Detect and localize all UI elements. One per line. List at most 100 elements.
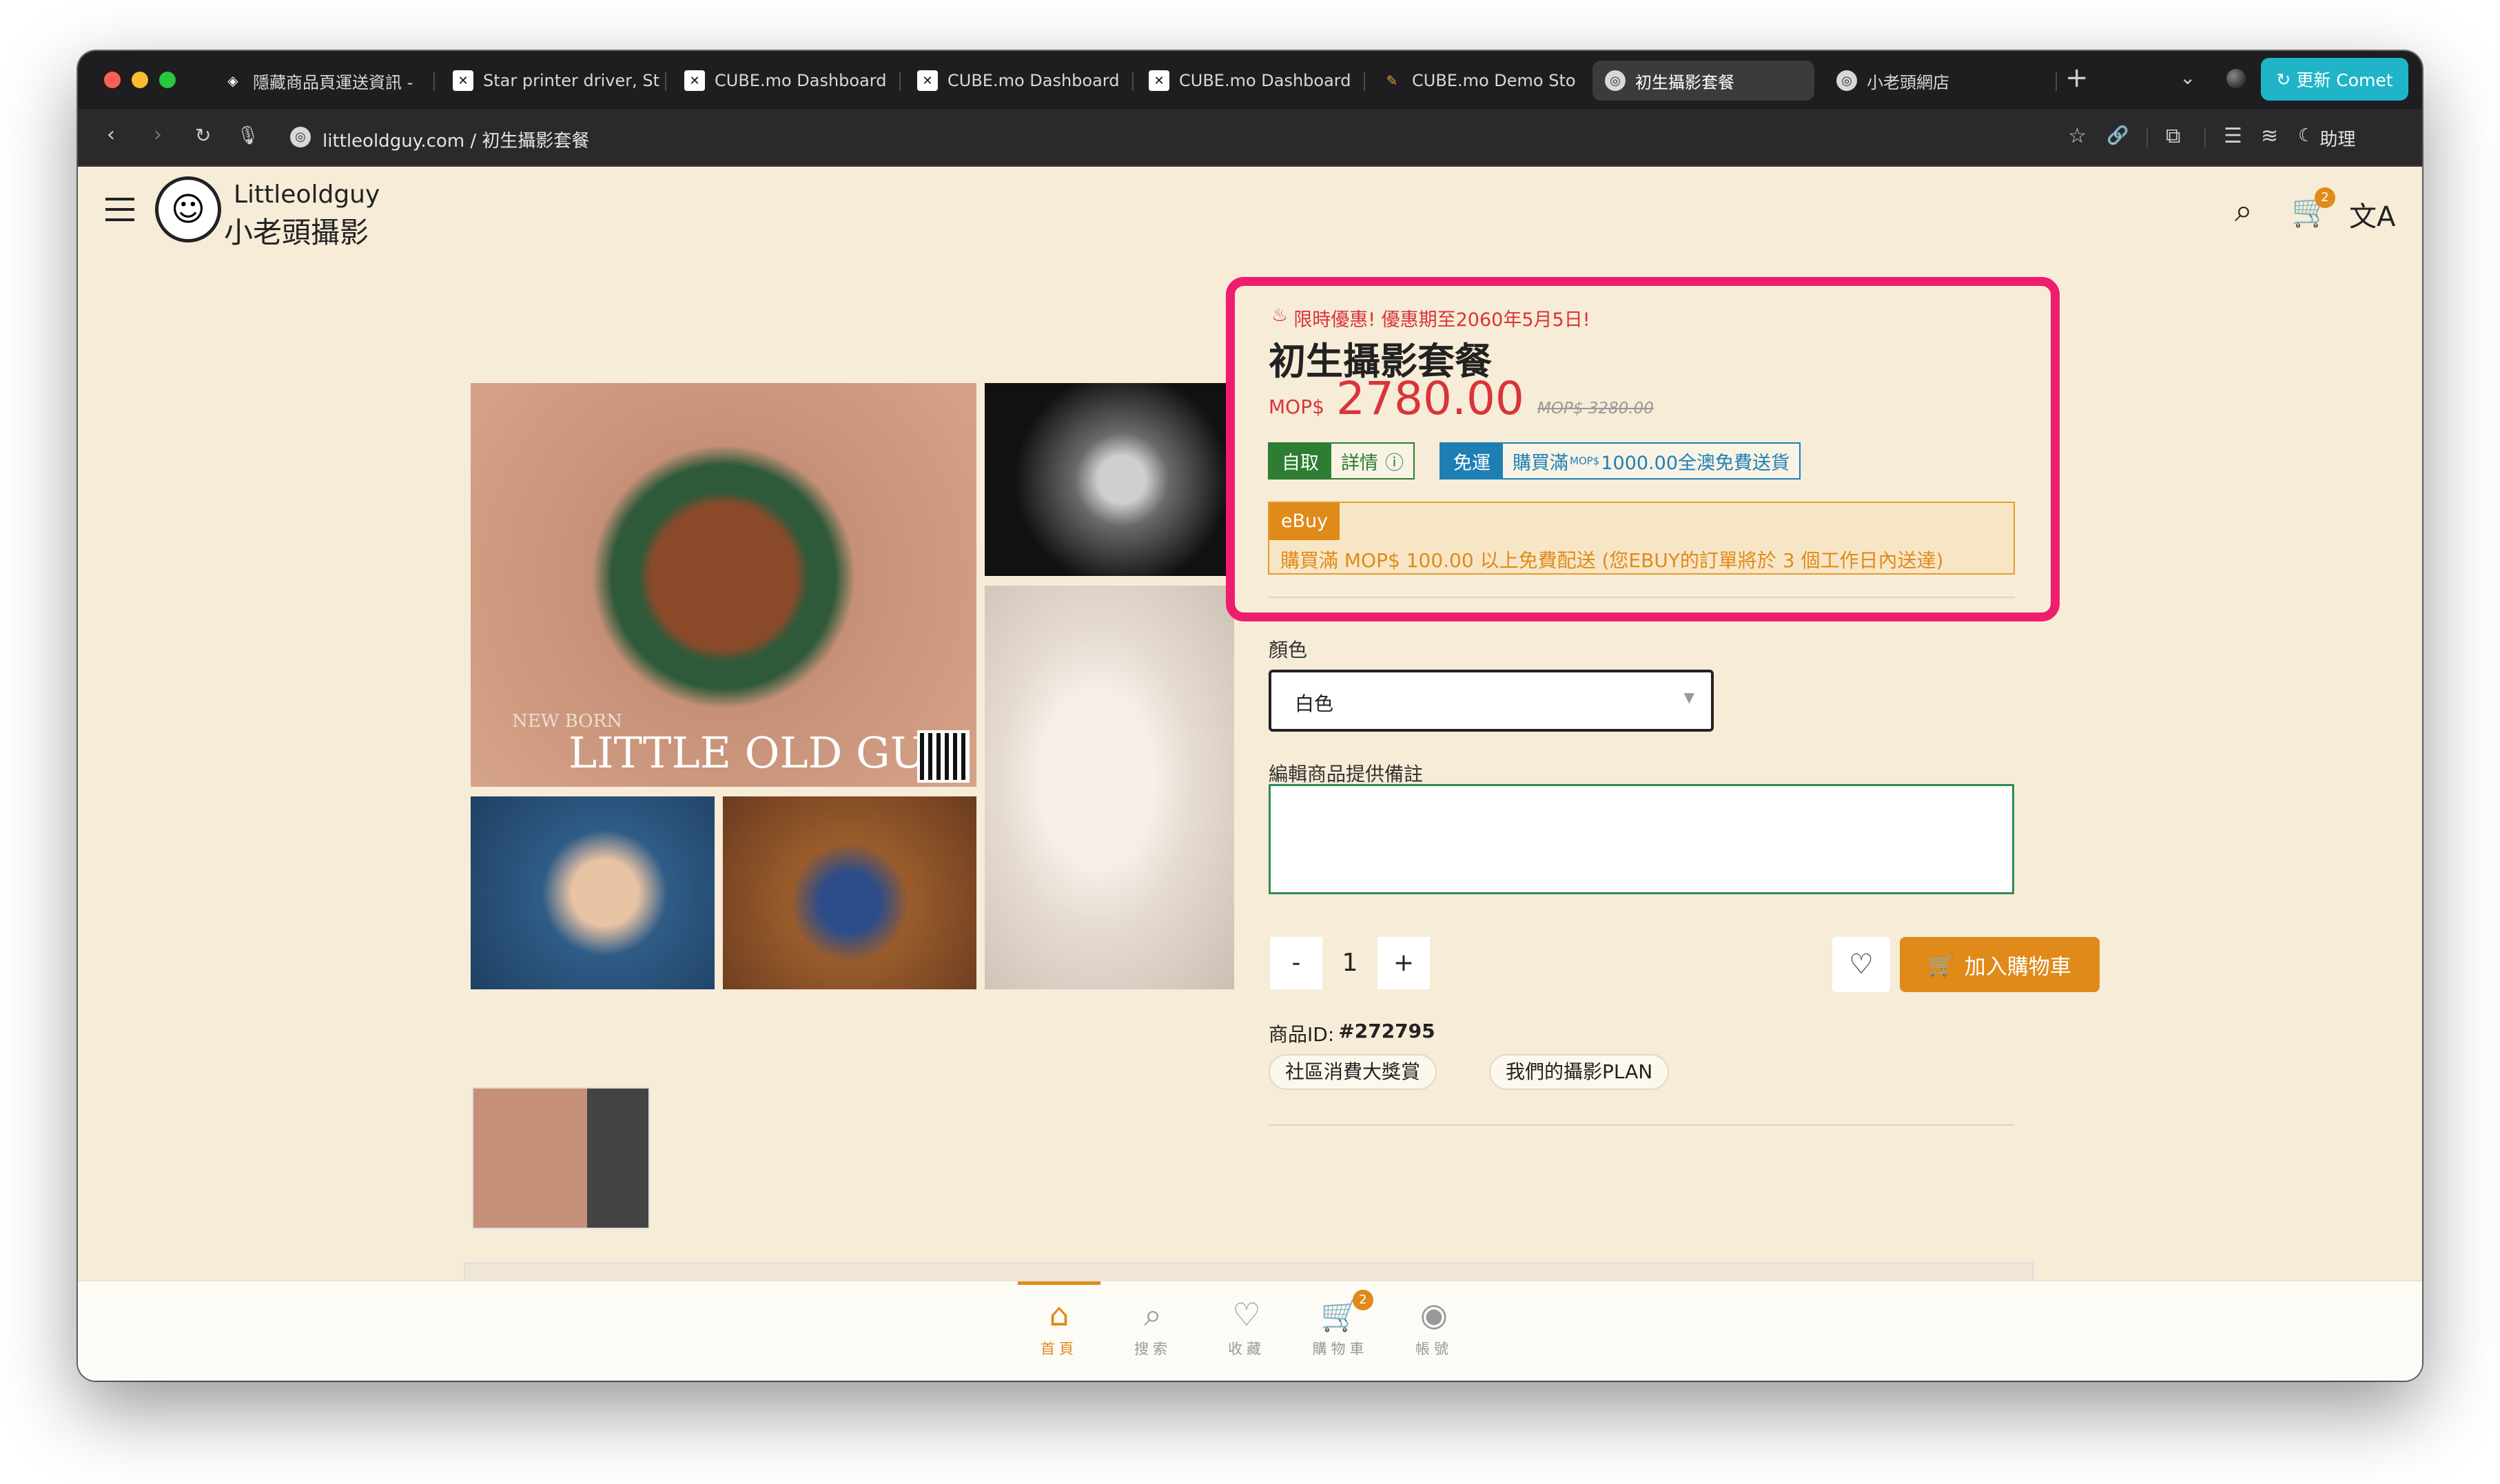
account-icon: ◉ <box>1420 1296 1448 1333</box>
nav-search[interactable]: ⌕ 搜索 <box>1111 1295 1194 1359</box>
browser-window: ◈ 隱藏商品頁運送資訊 - ✕ Star printer driver, St … <box>78 51 2422 1381</box>
browser-tab[interactable]: ✕ CUBE.mo Dashboard <box>672 61 896 101</box>
url-field[interactable]: littleoldguy.com / 初生攝影套餐 <box>322 127 589 152</box>
free-shipping-tag[interactable]: 免運 購買滿 MOP$ 1000.00全澳免費送貨 <box>1439 442 1801 480</box>
category-chip[interactable]: 我們的攝影PLAN <box>1489 1054 1670 1090</box>
bw-feet-photo[interactable] <box>985 383 1234 576</box>
list-icon[interactable]: ☰ <box>2224 124 2242 148</box>
nav-home-label: 首頁 <box>1041 1341 1078 1357</box>
cart-icon: 🛒 <box>1928 952 1955 978</box>
product-id-label: 商品ID: <box>1269 1023 1335 1046</box>
browser-tab[interactable]: ◈ 隱藏商品頁運送資訊 - <box>210 61 431 101</box>
tab-title: 初生攝影套餐 <box>1635 72 1734 92</box>
minimize-window-button[interactable] <box>132 72 148 88</box>
browser-tab[interactable]: ✕ CUBE.mo Dashboard <box>905 61 1129 101</box>
assistant-icon: ☾ <box>2298 125 2315 146</box>
thumbnail-image[interactable] <box>472 1087 650 1229</box>
heart-icon: ♡ <box>1232 1296 1261 1333</box>
browser-tab[interactable]: ✕ CUBE.mo Dashboard <box>1136 61 1361 101</box>
bookmark-star-icon[interactable]: ☆ <box>2068 124 2087 148</box>
logo[interactable]: ☺ <box>155 176 221 243</box>
nav-account[interactable]: ◉ 帳號 <box>1393 1295 1475 1359</box>
nav-search-label: 搜索 <box>1134 1341 1171 1357</box>
microphone-icon[interactable]: 🎙 <box>236 125 259 146</box>
link-icon[interactable]: 🔗 <box>2107 125 2129 146</box>
basket-photo[interactable] <box>723 796 976 989</box>
quantity-increase-button[interactable]: + <box>1377 937 1430 989</box>
shipping-detail-prefix: 購買滿 <box>1513 452 1568 474</box>
extensions-icon[interactable]: ⧉ <box>2166 124 2180 148</box>
close-window-button[interactable] <box>104 72 121 88</box>
quantity-decrease-button[interactable]: - <box>1270 937 1322 989</box>
forward-button[interactable]: › <box>154 123 162 147</box>
refresh-icon: ↻ <box>2276 69 2291 90</box>
nav-favorites[interactable]: ♡ 收藏 <box>1205 1295 1288 1359</box>
chevron-down-icon[interactable]: ⌄ <box>2180 66 2195 89</box>
zoom-window-button[interactable] <box>159 72 176 88</box>
search-icon[interactable]: ⌕ <box>2235 192 2253 230</box>
shipping-detail-currency: MOP$ <box>1570 455 1600 467</box>
product-note-textarea[interactable] <box>1269 784 2014 894</box>
assistant-button[interactable]: ☾ 助理 <box>2298 125 2355 151</box>
product-price: 2780.00 <box>1336 372 1524 425</box>
tab-title: 小老頭網店 <box>1867 72 1949 92</box>
category-chip[interactable]: 社區消費大獎賞 <box>1269 1054 1437 1090</box>
browser-tab[interactable]: ✕ Star printer driver, St <box>440 61 661 101</box>
reload-button[interactable]: ↻ <box>195 124 211 147</box>
cube-logo-icon: ✕ <box>684 70 705 91</box>
color-select[interactable]: 白色 ▼ <box>1269 670 1714 732</box>
ebuy-label: eBuy <box>1269 503 1340 540</box>
pickup-tag[interactable]: 自取 詳情 ⓘ <box>1268 442 1415 480</box>
cube-logo-icon: ✕ <box>453 70 473 91</box>
white-wrap-photo[interactable] <box>985 586 1234 989</box>
tab-divider <box>433 72 435 91</box>
browser-tab[interactable]: ◎ 小老頭網店 <box>1824 61 2045 101</box>
nav-favorites-label: 收藏 <box>1228 1341 1265 1357</box>
star-blanket-photo[interactable] <box>471 796 715 989</box>
nav-account-label: 帳號 <box>1415 1341 1453 1357</box>
layers-icon: ◈ <box>227 72 238 89</box>
globe-icon: ◎ <box>1605 70 1626 91</box>
home-icon: ⌂ <box>1049 1296 1069 1333</box>
tab-title: Star printer driver, St <box>483 71 660 90</box>
wishlist-heart-button[interactable]: ♡ <box>1832 937 1890 992</box>
back-button[interactable]: ‹ <box>107 123 115 147</box>
add-to-cart-label: 加入購物車 <box>1964 954 2071 980</box>
limited-offer-notice: ♨ 限時優惠! 優惠期至2060年5月5日! <box>1271 305 1590 331</box>
brand-name[interactable]: Littleoldguy <box>234 181 380 209</box>
divider <box>1268 597 2015 598</box>
hamburger-menu-icon[interactable] <box>105 198 134 221</box>
product-page: ☺ Littleoldguy 小老頭攝影 ⌕ 🛒 2 文A NEW BORN L… <box>78 167 2422 1381</box>
product-id-value: #272795 <box>1338 1020 1435 1042</box>
add-to-cart-button[interactable]: 🛒 加入購物車 <box>1900 937 2100 992</box>
brand-name-chinese[interactable]: 小老頭攝影 <box>224 209 369 251</box>
tab-divider <box>1364 72 1365 91</box>
tab-title: CUBE.mo Dashboard <box>1179 71 1351 90</box>
active-nav-indicator <box>1018 1281 1100 1285</box>
browser-tab[interactable]: ✎ CUBE.mo Demo Store <box>1369 61 1576 101</box>
product-id: 商品ID: #272795 <box>1269 1020 1435 1047</box>
cube-logo-icon: ✕ <box>1149 70 1169 91</box>
tab-divider <box>665 72 666 91</box>
shipping-detail-suffix: 1000.00全澳免費送貨 <box>1601 452 1790 474</box>
ebuy-message: 購買滿 MOP$ 100.00 以上免費配送 (您EBUY的訂單將於 3 個工作… <box>1280 549 1944 572</box>
nav-cart-label: 購物車 <box>1312 1341 1369 1357</box>
browser-tab-active[interactable]: ◎ 初生攝影套餐 <box>1592 61 1814 101</box>
qr-code <box>917 730 970 783</box>
globe-icon: ◎ <box>1836 70 1857 91</box>
search-icon: ⌕ <box>1144 1296 1162 1333</box>
nav-cart-badge: 2 <box>1353 1290 1373 1310</box>
nav-home[interactable]: ⌂ 首頁 <box>1018 1295 1100 1359</box>
update-comet-button[interactable]: ↻ 更新 Comet <box>2261 58 2408 101</box>
new-tab-button[interactable]: + <box>2065 62 2089 94</box>
profile-orb-icon[interactable] <box>2226 69 2246 88</box>
tab-divider <box>2056 72 2057 91</box>
address-bar: ‹ › ↻ 🎙 ◎ littleoldguy.com / 初生攝影套餐 ☆ 🔗 … <box>78 109 2422 167</box>
promo-notice-text: 限時優惠! 優惠期至2060年5月5日! <box>1293 309 1590 331</box>
translate-icon[interactable]: 文A <box>2349 194 2395 234</box>
main-newborn-photo[interactable]: NEW BORN LITTLE OLD GUY <box>471 383 976 787</box>
voice-wave-icon[interactable]: ≋ <box>2261 124 2278 148</box>
update-comet-label: 更新 Comet <box>2296 70 2393 90</box>
photo-caption-big: LITTLE OLD GUY <box>568 728 954 778</box>
quantity-input[interactable]: 1 <box>1322 937 1377 989</box>
